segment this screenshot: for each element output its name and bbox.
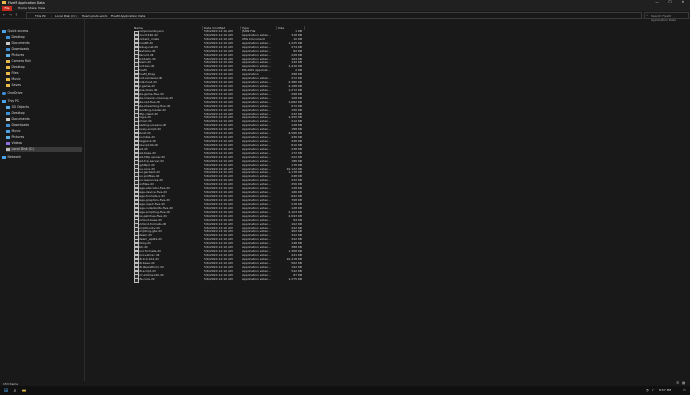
- volume-icon[interactable]: ♪: [652, 388, 654, 392]
- folder-icon: [6, 71, 10, 75]
- search-input[interactable]: ⌕ Search FiveM Application Data: [644, 12, 689, 22]
- sidebar-item-pictures[interactable]: Pictures: [6, 53, 86, 58]
- breadcrumb-app-data[interactable]: FiveM Application Data: [111, 14, 145, 18]
- file-date: 5/6/2020 12:10 AM: [204, 277, 233, 281]
- search-icon: ⌕: [646, 13, 649, 18]
- window-title: FiveM Application Data: [8, 0, 45, 5]
- back-arrow-icon[interactable]: ←: [3, 13, 6, 17]
- tab-view[interactable]: View: [38, 6, 45, 11]
- download-icon: [6, 123, 10, 127]
- drive-icon: [6, 147, 10, 151]
- sidebar-item-saves[interactable]: Saves: [6, 83, 86, 88]
- sidebar-item-3d-objects[interactable]: 3D Objects: [6, 105, 86, 110]
- folder-icon: [6, 53, 10, 57]
- details-view-icon[interactable]: ☰: [676, 381, 679, 385]
- sidebar-item-music[interactable]: Music: [6, 77, 86, 82]
- table-row[interactable]: vfs-core.dll 5/6/2020 12:10 AM Application…: [134, 277, 304, 283]
- sidebar-item-documents[interactable]: Documents: [6, 41, 86, 46]
- sidebar-item-videos[interactable]: Videos: [6, 141, 86, 146]
- breadcrumb-fivem-folder[interactable]: fivem.pluto.work: [82, 14, 107, 18]
- folder-icon: [6, 117, 10, 121]
- file-size: 1,275 KB: [288, 277, 302, 281]
- notifications-icon[interactable]: ▭: [683, 388, 686, 392]
- sidebar-item-downloads-pc[interactable]: Downloads: [6, 123, 86, 128]
- address-bar[interactable]: This PC › Local Disk (C:) › fivem.pluto.…: [26, 12, 642, 19]
- breadcrumb-separator-icon: ›: [107, 13, 109, 18]
- network-tray-icon[interactable]: ◔: [646, 388, 649, 392]
- taskbar: ⊞ ⌕ ▬ ◔ ♪ 8:57 PM ▭: [0, 386, 690, 395]
- sidebar-item-desktop-2[interactable]: Desktop: [6, 65, 86, 70]
- breadcrumb-separator-icon: ›: [51, 13, 53, 18]
- sidebar-item-onedrive[interactable]: OneDrive: [2, 91, 82, 96]
- computer-icon: [2, 99, 6, 103]
- sidebar-item-this-pc[interactable]: This PC: [2, 99, 82, 104]
- sidebar-item-pictures-pc[interactable]: Pictures: [6, 135, 86, 140]
- folder-icon: [6, 141, 10, 145]
- tab-share[interactable]: Share: [28, 6, 37, 11]
- folder-icon: [6, 35, 10, 39]
- breadcrumb-this-pc[interactable]: This PC: [35, 14, 46, 18]
- sidebar-item-network[interactable]: Network: [2, 155, 82, 160]
- search-icon[interactable]: ⌕: [12, 388, 18, 394]
- up-arrow-icon[interactable]: ↑: [15, 13, 18, 17]
- item-count: 153 items: [3, 381, 19, 386]
- folder-icon: [2, 1, 6, 4]
- sidebar-item-desktop[interactable]: Desktop: [6, 35, 86, 40]
- start-icon[interactable]: ⊞: [3, 388, 9, 394]
- folder-icon: [6, 83, 10, 87]
- folder-icon: [6, 135, 10, 139]
- clock[interactable]: 8:57 PM: [659, 388, 671, 392]
- sidebar-item-camera-roll[interactable]: Camera Roll: [6, 59, 86, 64]
- sidebar-item-downloads[interactable]: Downloads: [6, 47, 86, 52]
- navigation-pane: Quick access Desktop Documents Downloads…: [0, 19, 84, 381]
- breadcrumb-separator-icon: ›: [78, 13, 80, 18]
- folder-icon: [6, 111, 10, 115]
- file-explorer-icon[interactable]: ▬: [21, 388, 27, 394]
- file-name: vfs-core.dll: [138, 277, 155, 281]
- file-list: Name Date modified Type Size components.…: [84, 19, 690, 381]
- file-type: Application exten...: [242, 277, 272, 281]
- sidebar-item-desktop-pc[interactable]: Desktop: [6, 111, 86, 116]
- sidebar-item-local-disk[interactable]: Local Disk (C:): [6, 147, 82, 152]
- sidebar-item-music-pc[interactable]: Music: [6, 129, 86, 134]
- folder-icon: [6, 105, 10, 109]
- music-icon: [6, 129, 10, 133]
- star-icon: [2, 29, 6, 33]
- folder-icon: [6, 65, 10, 69]
- tab-home[interactable]: Home: [18, 6, 27, 11]
- sidebar-item-quick-access[interactable]: Quick access: [2, 29, 82, 34]
- cloud-icon: [2, 91, 6, 95]
- sidebar-item-files[interactable]: Files: [6, 71, 86, 76]
- folder-icon: [6, 77, 10, 81]
- sidebar-item-documents-pc[interactable]: Documents: [6, 117, 86, 122]
- folder-icon: [6, 41, 10, 45]
- folder-icon: [6, 59, 10, 63]
- download-icon: [6, 47, 10, 51]
- network-icon: [2, 155, 6, 159]
- tab-file[interactable]: File: [2, 5, 12, 11]
- breadcrumb-local-disk[interactable]: Local Disk (C:): [55, 14, 77, 18]
- large-icons-view-icon[interactable]: ▦: [682, 381, 685, 385]
- forward-arrow-icon[interactable]: →: [9, 13, 12, 17]
